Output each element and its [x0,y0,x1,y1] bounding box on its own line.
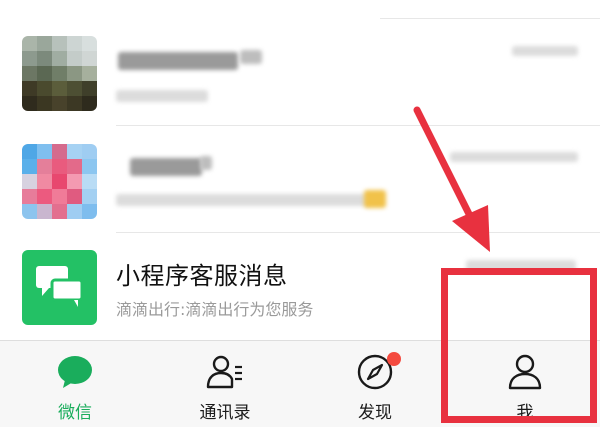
tab-contacts[interactable]: 通讯录 [150,341,300,427]
notification-dot [387,352,401,366]
avatar [22,36,97,111]
chat-preview: 滴滴出行:滴滴出行为您服务 [116,300,314,319]
tab-chats[interactable]: 微信 [0,341,150,427]
chat-title-obscured [130,158,202,176]
mini-program-service-avatar [22,250,97,325]
chat-title-obscured [200,156,212,170]
divider [116,232,600,233]
chat-time-obscured [450,152,578,162]
chat-bubble-icon [58,356,92,388]
chat-title: 小程序客服消息 [116,262,288,290]
chat-title-obscured [240,50,262,64]
chat-item[interactable] [0,20,600,125]
chat-preview-obscured [116,194,370,206]
divider [380,18,600,19]
chat-bubbles-icon [36,266,84,307]
contacts-icon [206,355,242,389]
chat-title-obscured [118,52,238,70]
chat-preview-obscured [116,90,208,102]
tab-label: 微信 [58,403,92,423]
tab-label: 发现 [358,403,392,423]
chat-item[interactable] [0,126,600,231]
chat-time-obscured [512,46,578,56]
tab-label: 通讯录 [199,403,251,423]
tab-discover[interactable]: 发现 [300,341,450,427]
chat-preview-emoji [364,190,386,208]
highlight-box [441,268,597,423]
avatar [22,144,97,219]
